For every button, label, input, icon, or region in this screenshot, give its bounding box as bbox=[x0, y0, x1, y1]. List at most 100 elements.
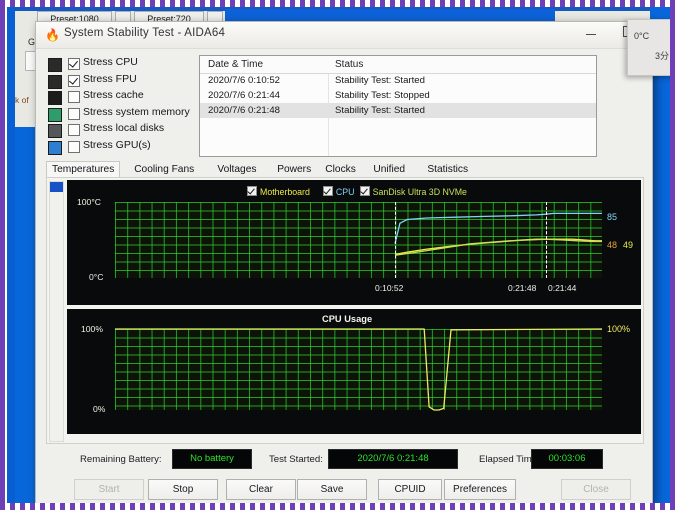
tab-cooling-fans[interactable]: Cooling Fans bbox=[129, 161, 199, 178]
series-line bbox=[115, 328, 603, 411]
series-line bbox=[394, 238, 602, 256]
legend-checkbox[interactable] bbox=[359, 186, 370, 196]
temp-ytick-max: 100°C bbox=[77, 197, 101, 207]
stress-option-label: Stress local disks bbox=[83, 122, 165, 134]
tab-clocks[interactable]: Clocks bbox=[320, 161, 361, 178]
temp-value-nvme: 48 bbox=[607, 240, 618, 250]
desktop-background-right bbox=[650, 7, 670, 503]
legend-checkbox[interactable] bbox=[322, 186, 333, 196]
time-marker bbox=[545, 202, 547, 278]
log-row[interactable]: 2020/7/6 0:10:52 Stability Test: Started bbox=[200, 73, 596, 88]
background-partial-text: k of bbox=[15, 95, 29, 105]
log-header-datetime: Date & Time bbox=[208, 59, 264, 70]
screen-area: Preset:1080 Preset:720 GPU k of 🔥 System… bbox=[7, 7, 670, 503]
save-button[interactable]: Save bbox=[297, 479, 367, 500]
cpu-icon bbox=[48, 58, 62, 72]
window-titlebar[interactable]: 🔥 System Stability Test - AIDA64 bbox=[36, 22, 652, 49]
note-temperature: 0°C bbox=[634, 31, 650, 41]
preferences-button[interactable]: Preferences bbox=[444, 479, 516, 500]
stress-option-row[interactable]: Stress system memory bbox=[48, 106, 190, 123]
legend-label: CPU bbox=[335, 187, 355, 197]
stress-option-row[interactable]: Stress CPU bbox=[48, 56, 188, 73]
status-bar: Remaining Battery: No battery Test Started… bbox=[36, 446, 652, 476]
tab-unified[interactable]: Unified bbox=[368, 161, 410, 178]
legend-item-motherboard[interactable]: Motherboard bbox=[247, 186, 310, 197]
start-button: Start bbox=[74, 479, 144, 500]
stress-option-checkbox[interactable] bbox=[68, 91, 80, 103]
stress-option-row[interactable]: Stress cache bbox=[48, 89, 188, 106]
cpu-usage-plot-area bbox=[115, 328, 603, 411]
close-button: Close bbox=[561, 479, 631, 500]
stop-button[interactable]: Stop bbox=[148, 479, 218, 500]
button-bar: Start Stop Clear Save CPUID Preferences Close bbox=[36, 476, 652, 503]
temp-value-cpu: 85 bbox=[607, 212, 618, 222]
legend-label: Motherboard bbox=[260, 187, 310, 197]
cpu-usage-right-label: 100% bbox=[607, 324, 631, 334]
gpu-icon bbox=[48, 140, 62, 155]
graph-panel: 100°C 0°C Motherboard CPU SanDisk Ultra 3D N… bbox=[46, 177, 644, 444]
stress-option-checkbox[interactable] bbox=[68, 140, 80, 153]
cpu-ytick-min: 0% bbox=[93, 404, 106, 414]
cpuid-button[interactable]: CPUID bbox=[378, 479, 442, 500]
cpu-usage-chart: CPU Usage 100% 0% 100% bbox=[67, 309, 641, 434]
log-header-status: Status bbox=[335, 59, 364, 70]
stress-option-checkbox[interactable] bbox=[68, 74, 80, 87]
stress-option-label: Stress GPU(s) bbox=[83, 138, 151, 151]
photo-bezel: Preset:1080 Preset:720 GPU k of 🔥 System… bbox=[0, 0, 677, 510]
chart-series-temperatures bbox=[394, 212, 602, 256]
log-row-datetime: 2020/7/6 0:21:44 bbox=[208, 90, 281, 101]
stress-option-row[interactable]: Stress FPU bbox=[48, 73, 188, 90]
stress-option-checkbox[interactable] bbox=[68, 58, 80, 70]
temp-marker-label-2: 0:21:48 bbox=[507, 283, 537, 293]
log-row-status: Stability Test: Started bbox=[335, 105, 425, 116]
temp-marker-label-3: 0:21:44 bbox=[547, 283, 577, 293]
minimize-button[interactable] bbox=[574, 22, 608, 47]
clear-button[interactable]: Clear bbox=[226, 479, 296, 500]
status-value: 00:03:06 bbox=[531, 449, 603, 469]
aida64-stability-window: 🔥 System Stability Test - AIDA64 Stress … bbox=[35, 21, 653, 503]
stress-options-list: Stress CPU Stress FPU Stress cache Stress s… bbox=[48, 56, 190, 156]
sticky-note-overlay: 0°C 3分 bbox=[627, 19, 670, 76]
memory-icon bbox=[48, 107, 62, 122]
stress-option-checkbox[interactable] bbox=[68, 107, 80, 120]
stress-option-label: Stress FPU bbox=[83, 72, 137, 85]
disk-icon bbox=[48, 124, 62, 138]
legend-label: SanDisk Ultra 3D NVMe bbox=[372, 187, 467, 197]
tab-voltages[interactable]: Voltages bbox=[212, 161, 261, 178]
temp-ytick-min: 0°C bbox=[89, 272, 104, 282]
stress-option-row[interactable]: Stress local disks bbox=[48, 122, 188, 139]
log-row-status: Stability Test: Stopped bbox=[335, 90, 430, 101]
status-log-table[interactable]: Date & Time Status 2020/7/6 0:10:52 Stabi… bbox=[199, 55, 597, 157]
time-marker bbox=[395, 202, 397, 278]
log-row[interactable]: 2020/7/6 0:21:48 Stability Test: Started bbox=[200, 103, 596, 118]
window-title: System Stability Test - AIDA64 bbox=[64, 27, 226, 39]
log-row[interactable]: 2020/7/6 0:21:44 Stability Test: Stopped bbox=[200, 88, 596, 103]
log-header-row: Date & Time Status bbox=[200, 56, 596, 74]
status-value: 2020/7/6 0:21:48 bbox=[328, 449, 458, 469]
tab-statistics[interactable]: Statistics bbox=[422, 161, 473, 178]
temperatures-chart: 100°C 0°C Motherboard CPU SanDisk Ultra 3D N… bbox=[67, 180, 641, 305]
status-value: No battery bbox=[172, 449, 252, 469]
log-row-datetime: 2020/7/6 0:10:52 bbox=[208, 75, 281, 86]
status-label: Remaining Battery: bbox=[80, 454, 162, 465]
log-row-status: Stability Test: Started bbox=[335, 75, 425, 86]
cpu-usage-title: CPU Usage bbox=[322, 314, 373, 324]
stress-option-checkbox[interactable] bbox=[68, 124, 80, 136]
graph-scrollbar-thumb[interactable] bbox=[50, 182, 63, 192]
temperatures-plot-area bbox=[115, 202, 602, 278]
status-label: Test Started: bbox=[269, 454, 323, 465]
chart-series-cpu-usage bbox=[115, 328, 603, 411]
stress-option-row[interactable]: Stress GPU(s) bbox=[48, 139, 188, 156]
graph-scrollbar[interactable] bbox=[49, 181, 64, 442]
temp-marker-label-1: 0:10:52 bbox=[375, 283, 404, 293]
cpu-ytick-max: 100% bbox=[81, 324, 103, 334]
stress-option-label: Stress cache bbox=[83, 89, 144, 101]
tab-powers[interactable]: Powers bbox=[272, 161, 316, 178]
legend-checkbox[interactable] bbox=[247, 186, 257, 196]
flame-icon: 🔥 bbox=[45, 28, 60, 42]
log-row-datetime: 2020/7/6 0:21:48 bbox=[208, 105, 281, 116]
fpu-icon bbox=[48, 74, 62, 89]
temp-value-motherboard: 49 bbox=[623, 240, 634, 250]
legend-item-cpu[interactable]: CPU bbox=[322, 186, 355, 197]
legend-item-sandisk-ultra-3d-nvme[interactable]: SanDisk Ultra 3D NVMe bbox=[359, 186, 467, 197]
